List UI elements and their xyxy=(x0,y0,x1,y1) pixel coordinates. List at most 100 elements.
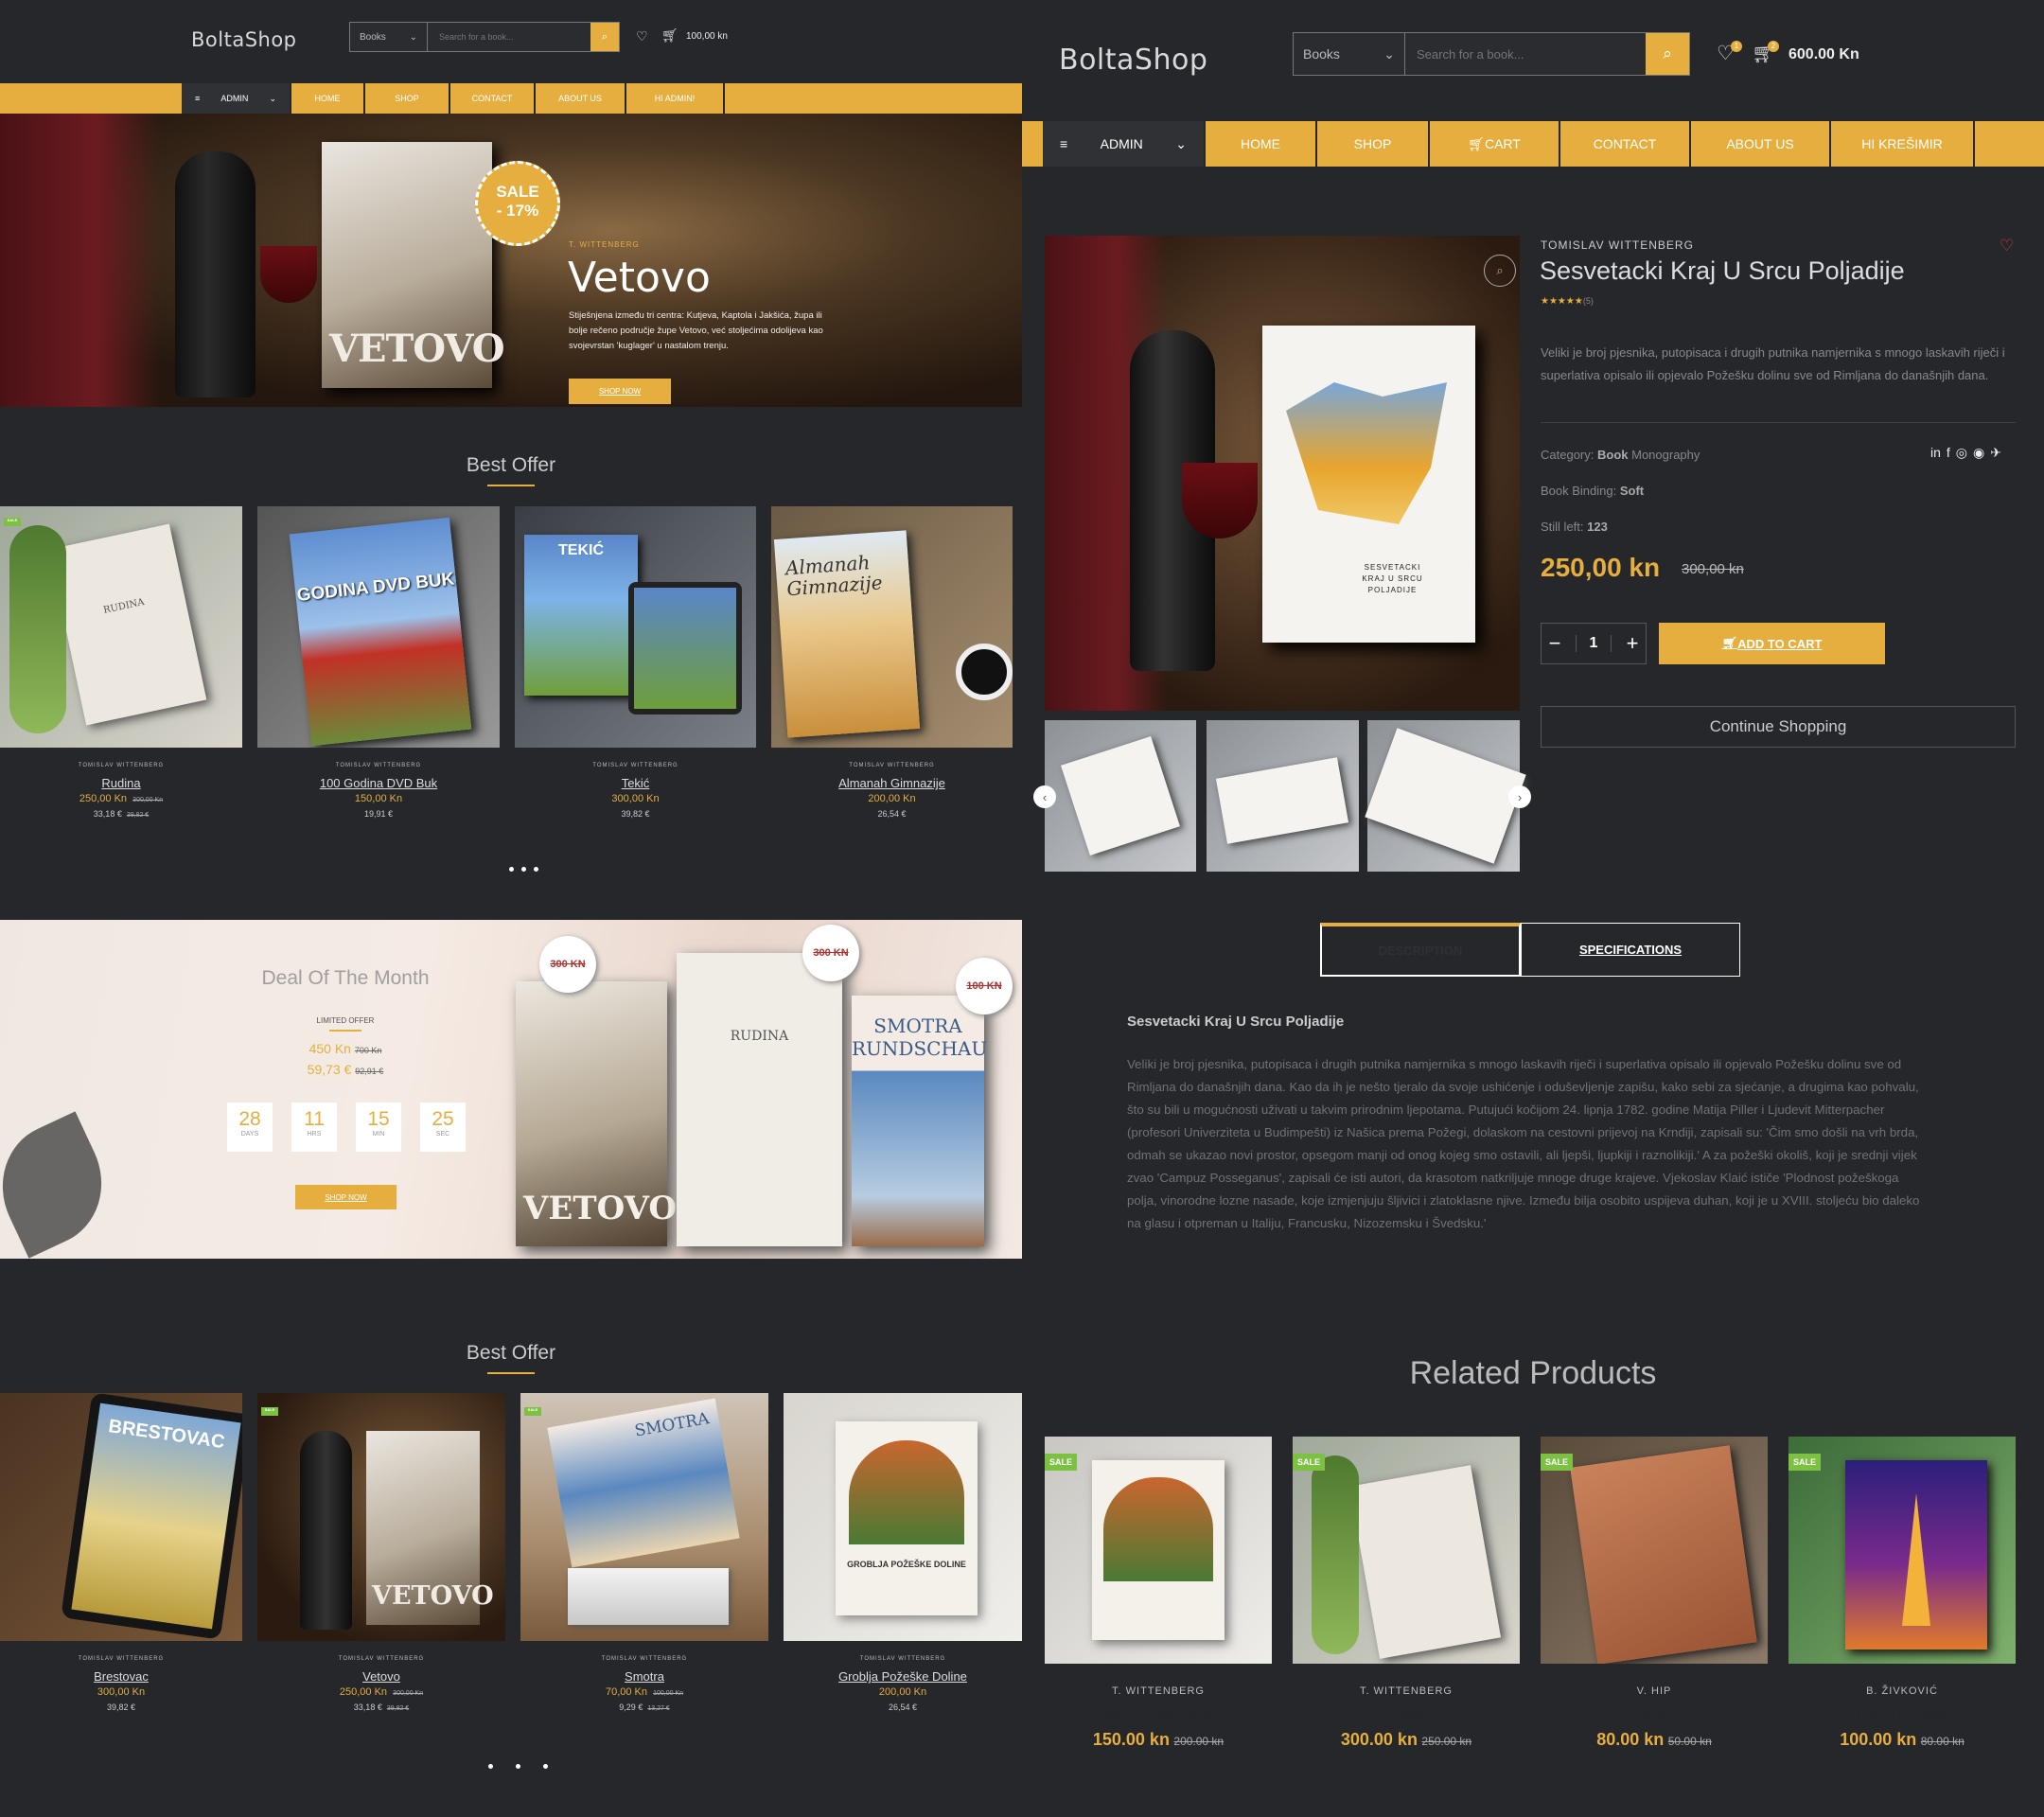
book-cover: GROBLJA POŽEŠKE DOLINE xyxy=(836,1421,978,1615)
admin-menu[interactable]: ≡ ADMIN ⌄ xyxy=(1043,121,1206,167)
product-main-image[interactable]: SESVETACKI KRAJ U SRCU POLJADIJE ⌕ xyxy=(1045,236,1520,711)
nav-home[interactable]: HOME xyxy=(1206,121,1317,167)
cart-total[interactable]: 100,00 kn xyxy=(686,31,728,42)
search-input[interactable] xyxy=(1405,46,1646,62)
wishlist-icon[interactable]: ♡ xyxy=(636,28,648,44)
instagram-icon[interactable]: ◎ xyxy=(1956,445,1967,461)
nav-shop[interactable]: SHOP xyxy=(1317,121,1430,167)
facebook-icon[interactable]: f xyxy=(1947,445,1950,461)
related-card[interactable]: SALE V. HIP Pjesme 80.00 kn 50.00 kn xyxy=(1541,1437,1768,1758)
related-card[interactable]: SALE B. ŽIVKOVIĆ Pariški impresije 100.0… xyxy=(1788,1437,2016,1758)
product-image[interactable] xyxy=(1541,1437,1768,1664)
nav-about[interactable]: ABOUT US xyxy=(536,83,626,114)
quantity-decrease[interactable]: − xyxy=(1549,631,1561,656)
zoom-icon[interactable]: ⌕ xyxy=(1484,255,1516,287)
deal-shop-button[interactable]: SHOP NOW xyxy=(295,1185,396,1209)
nav-contact[interactable]: CONTACT xyxy=(450,83,536,114)
quantity-increase[interactable]: + xyxy=(1627,631,1639,656)
search-button[interactable]: ⌕ xyxy=(590,23,619,51)
cart-icon[interactable]: 🛒︎ xyxy=(661,27,678,44)
product-title[interactable]: Smotra xyxy=(520,1669,768,1684)
carousel-dots[interactable] xyxy=(509,867,538,872)
nav-shop[interactable]: SHOP xyxy=(365,83,450,114)
related-card[interactable]: SALE T. WITTENBERG Groblja Požeške Dolin… xyxy=(1045,1437,1272,1758)
search-button[interactable]: ⌕ xyxy=(1646,33,1689,75)
tab-specifications[interactable]: SPECIFICATIONS xyxy=(1521,923,1740,977)
twitter-icon[interactable]: ✈ xyxy=(1990,445,2001,461)
product-title[interactable]: 100 Godina DVD Buk xyxy=(257,776,500,790)
dot[interactable] xyxy=(509,867,514,872)
continue-shopping-button[interactable]: Continue Shopping xyxy=(1541,706,2016,748)
nav-contact[interactable]: CONTACT xyxy=(1560,121,1691,167)
thumb-next-button[interactable]: › xyxy=(1508,785,1531,808)
dot[interactable] xyxy=(516,1764,520,1769)
site-logo[interactable]: BoltaShop xyxy=(1059,44,1207,77)
search-input[interactable] xyxy=(428,32,590,42)
eiffel-tower xyxy=(1902,1493,1930,1626)
nav-about[interactable]: ABOUT US xyxy=(1691,121,1831,167)
product-title[interactable]: Vetovo xyxy=(257,1669,505,1684)
dot[interactable] xyxy=(543,1764,548,1769)
thumbnail[interactable] xyxy=(1365,720,1526,872)
hero-banner: VETOVO SALE - 17% T. WITTENBERG Vetovo S… xyxy=(0,114,1022,407)
dot[interactable] xyxy=(521,867,526,872)
product-image[interactable]: RUDINA xyxy=(0,506,242,748)
dot[interactable] xyxy=(488,1764,493,1769)
best-offer-title: Best Offer xyxy=(416,1342,606,1374)
nav-greeting[interactable]: HI KREŠIMIR xyxy=(1831,121,1975,167)
cover-text: VETOVO xyxy=(523,1190,678,1227)
product-image[interactable]: Almanah Gimnazije xyxy=(771,506,1013,748)
admin-menu[interactable]: ≡ ADMIN ⌄ xyxy=(182,83,291,114)
add-to-cart-button[interactable]: 🛒︎ ADD TO CART xyxy=(1659,623,1885,664)
linkedin-icon[interactable]: in xyxy=(1930,445,1941,461)
tab-description[interactable]: DESCRIPTION xyxy=(1320,923,1521,977)
cart-total[interactable]: 600.00 Kn xyxy=(1788,46,1859,63)
nav-cart[interactable]: 🛒︎ CART xyxy=(1430,121,1560,167)
product-image[interactable]: GROBLJA POŽEŠKE DOLINE xyxy=(784,1393,1022,1641)
product-image[interactable]: SMOTRA xyxy=(520,1393,768,1641)
product-image[interactable]: TEKIĆ xyxy=(515,506,756,748)
carousel-dots[interactable] xyxy=(488,1764,548,1769)
product-image[interactable] xyxy=(1788,1437,2016,1664)
nav-greeting[interactable]: HI ADMIN! xyxy=(626,83,725,114)
product-title[interactable]: Pariški impresije xyxy=(1788,1707,2016,1721)
product-title[interactable]: Almanah Gimnazije xyxy=(771,776,1013,790)
reddit-icon[interactable]: ◉ xyxy=(1973,445,1984,461)
dot[interactable] xyxy=(534,867,538,872)
thumbnail[interactable] xyxy=(1045,720,1196,872)
product-card[interactable]: TEKIĆ TOMISLAV WITTENBERG Tekić 300,00 K… xyxy=(515,506,756,828)
hero-shop-button[interactable]: SHOP NOW xyxy=(569,379,671,404)
category-value[interactable]: Book xyxy=(1597,448,1629,462)
product-image[interactable]: VETOVO xyxy=(257,1393,505,1641)
product-image[interactable] xyxy=(1045,1437,1272,1664)
category-select[interactable]: Books ⌄ xyxy=(350,23,428,51)
product-card[interactable]: VETOVO SALE TOMISLAV WITTENBERG Vetovo 2… xyxy=(257,1393,505,1724)
nav-home[interactable]: HOME xyxy=(291,83,365,114)
product-card[interactable]: BRESTOVAC TOMISLAV WITTENBERG Brestovac … xyxy=(0,1393,242,1724)
product-card[interactable]: GROBLJA POŽEŠKE DOLINE TOMISLAV WITTENBE… xyxy=(784,1393,1022,1724)
product-card[interactable]: Almanah Gimnazije TOMISLAV WITTENBERG Al… xyxy=(771,506,1013,828)
book-cover: GODINA DVD BUK xyxy=(289,517,472,747)
product-card[interactable]: RUDINA SALE TOMISLAV WITTENBERG Rudina 2… xyxy=(0,506,242,828)
product-image[interactable]: GODINA DVD BUK xyxy=(257,506,500,748)
product-title[interactable]: Pjesme xyxy=(1541,1707,1768,1721)
product-title[interactable]: Brestovac xyxy=(0,1669,242,1684)
product-title[interactable]: Groblja Požeške Doline xyxy=(784,1669,1022,1684)
product-image[interactable] xyxy=(1293,1437,1520,1664)
deal-limited: LIMITED OFFER xyxy=(316,1016,375,1025)
product-title[interactable]: Rudina xyxy=(0,776,242,790)
quantity-value[interactable]: 1 xyxy=(1575,635,1612,652)
product-title[interactable]: Tekić xyxy=(515,776,756,790)
product-title[interactable]: Rudina xyxy=(1293,1707,1520,1721)
product-card[interactable]: SMOTRA SALE TOMISLAV WITTENBERG Smotra 7… xyxy=(520,1393,768,1724)
thumb-prev-button[interactable]: ‹ xyxy=(1033,785,1056,808)
related-card[interactable]: SALE T. WITTENBERG Rudina 300.00 kn 250.… xyxy=(1293,1437,1520,1758)
wishlist-heart-icon[interactable]: ♡ xyxy=(2000,237,2014,256)
site-logo[interactable]: BoltaShop xyxy=(191,28,297,51)
product-image[interactable]: BRESTOVAC xyxy=(0,1393,242,1641)
wine-bottle xyxy=(300,1431,352,1630)
category-select[interactable]: Books ⌄ xyxy=(1294,33,1405,75)
product-title[interactable]: Groblja Požeške Doline xyxy=(1045,1707,1272,1721)
product-card[interactable]: GODINA DVD BUK TOMISLAV WITTENBERG 100 G… xyxy=(257,506,500,828)
thumbnail[interactable] xyxy=(1207,720,1359,872)
